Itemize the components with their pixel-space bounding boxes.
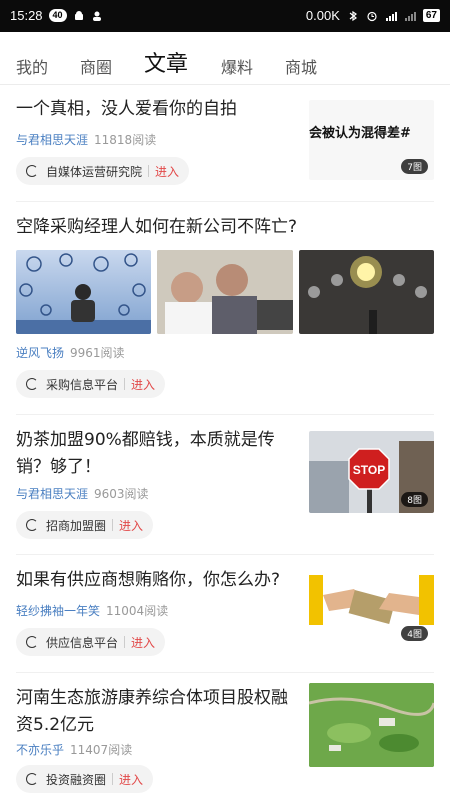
signal-icon <box>404 11 416 21</box>
tab-business-circle[interactable]: 商圈 <box>80 54 112 78</box>
user-icon <box>92 11 101 21</box>
chip-divider <box>124 378 126 390</box>
circle-chip[interactable]: 自媒体运营研究院 进入 <box>16 157 190 185</box>
chip-divider <box>112 519 114 531</box>
read-count: 11004阅读 <box>106 604 169 618</box>
thumbnail-caption: 会被认为混得差# <box>309 126 411 141</box>
network-speed: 0.00K <box>305 8 340 23</box>
enter-link[interactable]: 进入 <box>155 163 179 180</box>
chip-divider <box>124 636 126 648</box>
circle-refresh-icon <box>26 636 38 648</box>
article-card[interactable]: 如果有供应商想贿赂你，你怎么办? 轻纱拂袖一年笑 11004阅读 供应信息平台 进… <box>0 555 450 672</box>
article-card[interactable]: 空降采购经理人如何在新公司不阵亡? 逆风飞扬 9961阅读 采购信息平台 进入 <box>0 202 450 414</box>
enter-link[interactable]: 进入 <box>119 771 143 788</box>
top-tab-bar: 我的 商圈 文章 爆料 商城 <box>0 32 450 85</box>
tab-articles[interactable]: 文章 <box>144 46 188 78</box>
article-thumbnail[interactable] <box>309 683 434 767</box>
article-thumbnail[interactable]: STOP 8图 <box>309 431 434 513</box>
circle-chip[interactable]: 供应信息平台 进入 <box>16 628 166 656</box>
author-name[interactable]: 与君相思天涯 <box>16 133 88 147</box>
article-card[interactable]: 河南生态旅游康养综合体项目股权融 资5.2亿元 不亦乐乎 11407阅读 投资融资… <box>0 673 450 800</box>
clocks-illustration <box>16 253 151 334</box>
eco-park-aerial-illustration <box>309 683 434 767</box>
article-meta: 轻纱拂袖一年笑 11004阅读 <box>16 602 168 619</box>
article-title[interactable]: 河南生态旅游康养综合体项目股权融 资5.2亿元 <box>16 685 288 739</box>
circle-name: 投资融资圈 <box>46 772 107 787</box>
circle-refresh-icon <box>26 773 38 785</box>
status-time: 15:28 <box>10 8 43 23</box>
article-card[interactable]: 奶茶加盟90%都赔钱，本质就是传 销？够了！ 与君相思天涯 9603阅读 招商加盟… <box>0 415 450 554</box>
status-bar: 15:28 40 0.00K 67 <box>0 0 450 32</box>
article-image-light-bulbs[interactable] <box>299 250 434 334</box>
read-count: 11818阅读 <box>94 133 157 147</box>
article-title-line: 奶茶加盟90%都赔钱，本质就是传 <box>16 430 275 450</box>
circle-refresh-icon <box>26 165 38 177</box>
author-name[interactable]: 逆风飞扬 <box>16 346 64 360</box>
battery-level: 67 <box>422 9 440 22</box>
tab-tips[interactable]: 爆料 <box>221 54 253 78</box>
chip-divider <box>112 773 114 785</box>
image-count-badge: 8图 <box>401 492 428 507</box>
article-title[interactable]: 奶茶加盟90%都赔钱，本质就是传 销？够了！ <box>16 427 275 481</box>
enter-link[interactable]: 进入 <box>131 376 155 393</box>
chip-divider <box>148 165 150 177</box>
article-image-stressed-worker[interactable] <box>16 250 151 334</box>
read-count: 9603阅读 <box>94 487 149 501</box>
enter-link[interactable]: 进入 <box>119 517 143 534</box>
circle-name: 供应信息平台 <box>46 635 119 650</box>
circle-chip[interactable]: 投资融资圈 进入 <box>16 765 154 793</box>
circle-name: 自媒体运营研究院 <box>46 164 143 179</box>
office-stress-illustration <box>157 250 293 334</box>
article-title-line: 资5.2亿元 <box>16 715 95 735</box>
circle-refresh-icon <box>26 519 38 531</box>
tab-mall[interactable]: 商城 <box>285 54 317 78</box>
author-name[interactable]: 不亦乐乎 <box>16 743 64 757</box>
notification-count-badge: 40 <box>48 9 67 22</box>
circle-chip[interactable]: 采购信息平台 进入 <box>16 370 166 398</box>
article-image-office-stress[interactable] <box>157 250 293 334</box>
tab-mine[interactable]: 我的 <box>16 54 48 78</box>
read-count: 9961阅读 <box>70 346 125 360</box>
article-meta: 与君相思天涯 9603阅读 <box>16 485 149 502</box>
article-title-line: 河南生态旅游康养综合体项目股权融 <box>16 688 288 708</box>
article-thumbnail[interactable]: 会被认为混得差# 7图 <box>309 100 434 180</box>
light-bulbs-illustration <box>308 256 427 334</box>
image-count-badge: 7图 <box>401 159 428 174</box>
article-thumbnail[interactable]: 4图 <box>309 565 434 647</box>
circle-name: 采购信息平台 <box>46 377 119 392</box>
android-icon <box>74 10 83 20</box>
author-name[interactable]: 与君相思天涯 <box>16 487 88 501</box>
article-card[interactable]: 一个真相，没人爱看你的自拍 与君相思天涯 11818阅读 自媒体运营研究院 进入 … <box>0 84 450 201</box>
article-meta: 逆风飞扬 9961阅读 <box>16 344 125 361</box>
alarm-icon <box>367 11 377 21</box>
article-title[interactable]: 空降采购经理人如何在新公司不阵亡? <box>16 214 297 241</box>
author-name[interactable]: 轻纱拂袖一年笑 <box>16 604 100 618</box>
signal-4g-icon <box>385 11 397 21</box>
article-meta: 与君相思天涯 11818阅读 <box>16 131 156 148</box>
read-count: 11407阅读 <box>70 743 133 757</box>
article-title[interactable]: 如果有供应商想贿赂你，你怎么办? <box>16 567 280 594</box>
article-title-line: 销？够了！ <box>16 457 101 477</box>
circle-name: 招商加盟圈 <box>46 518 107 533</box>
bluetooth-icon <box>349 10 357 21</box>
circle-refresh-icon <box>26 378 38 390</box>
stop-sign-text: STOP <box>353 463 385 477</box>
article-meta: 不亦乐乎 11407阅读 <box>16 741 132 758</box>
enter-link[interactable]: 进入 <box>131 634 155 651</box>
article-title[interactable]: 一个真相，没人爱看你的自拍 <box>16 96 237 123</box>
image-count-badge: 4图 <box>401 626 428 641</box>
circle-chip[interactable]: 招商加盟圈 进入 <box>16 511 154 539</box>
